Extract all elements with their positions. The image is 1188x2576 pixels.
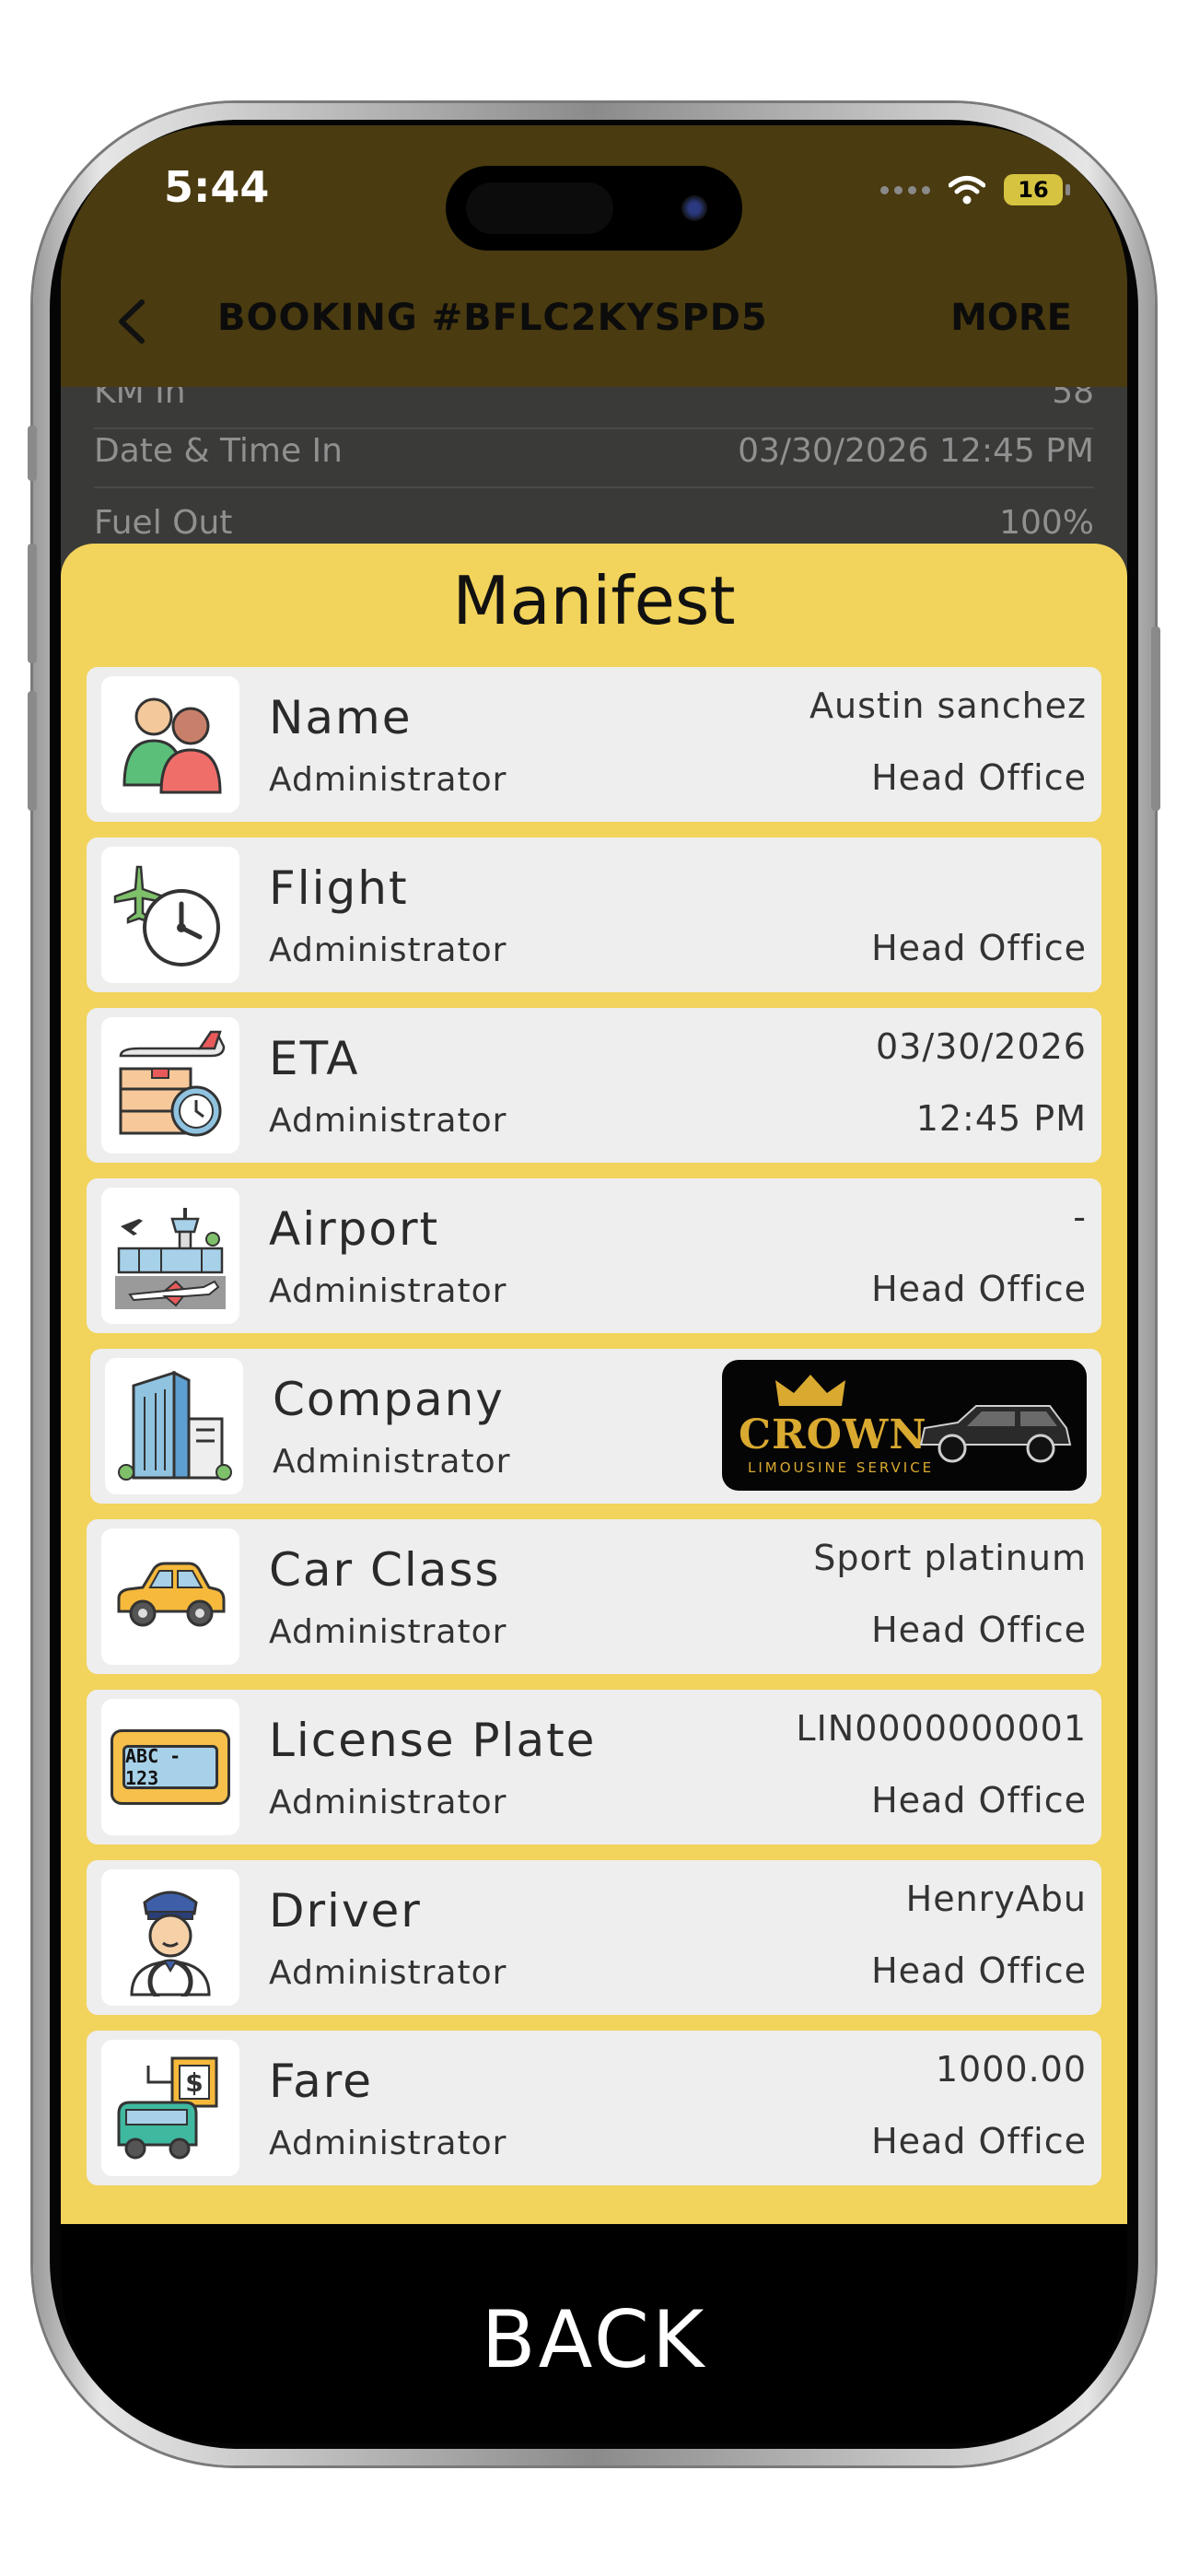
item-value: 03/30/2026 bbox=[875, 1026, 1087, 1067]
item-label: ETA bbox=[269, 1032, 360, 1085]
item-office: Head Office bbox=[871, 1610, 1087, 1650]
people-icon bbox=[101, 676, 239, 813]
item-role: Administrator bbox=[273, 1443, 511, 1481]
navigation-bar: 5:44 16 BOOKING #BFLC2KYSPD5 MORE bbox=[61, 125, 1127, 387]
manifest-item-fare[interactable]: $ Fare Administrator 1000.00 Head Office bbox=[87, 2031, 1101, 2185]
item-role: Administrator bbox=[269, 931, 507, 969]
manifest-item-flight[interactable]: Flight Administrator Head Office bbox=[87, 837, 1101, 992]
app-screen: KM In 58 Date & Time In 03/30/2026 12:45… bbox=[61, 125, 1127, 2443]
manifest-item-airport[interactable]: Airport Administrator - Head Office bbox=[87, 1178, 1101, 1333]
manifest-item-company[interactable]: Company Administrator CROWN LIMOUSINE SE… bbox=[90, 1349, 1101, 1504]
item-role: Administrator bbox=[269, 761, 507, 799]
item-office: Head Office bbox=[871, 928, 1087, 968]
license-plate-icon: ABC - 123 bbox=[101, 1699, 239, 1835]
mute-switch bbox=[28, 426, 37, 481]
bg-row-date-time-in: Date & Time In 03/30/2026 12:45 PM bbox=[94, 415, 1094, 488]
bg-row-label: Fuel Out bbox=[94, 503, 233, 542]
company-logo: CROWN LIMOUSINE SERVICE bbox=[722, 1360, 1087, 1491]
wifi-icon bbox=[949, 176, 985, 205]
volume-down-button bbox=[28, 691, 37, 811]
more-button[interactable]: MORE bbox=[950, 297, 1072, 339]
cellular-signal-icon bbox=[880, 185, 930, 194]
page-title: BOOKING #BFLC2KYSPD5 bbox=[217, 297, 768, 339]
item-value: LIN0000000001 bbox=[796, 1708, 1087, 1749]
fare-icon: $ bbox=[101, 2040, 239, 2176]
back-chevron-icon[interactable] bbox=[114, 299, 151, 345]
building-icon bbox=[105, 1358, 243, 1494]
island-sensor bbox=[466, 182, 613, 234]
driver-icon bbox=[101, 1869, 239, 2006]
item-label: Name bbox=[269, 691, 413, 744]
crown-icon bbox=[775, 1375, 845, 1406]
item-role: Administrator bbox=[269, 1954, 507, 1992]
eta-icon bbox=[101, 1017, 239, 1153]
item-value: Austin sanchez bbox=[809, 685, 1087, 726]
item-label: License Plate bbox=[269, 1714, 597, 1767]
back-button-label: BACK bbox=[481, 2294, 707, 2386]
item-label: Fare bbox=[269, 2055, 374, 2108]
item-label: Driver bbox=[269, 1884, 422, 1938]
item-office: Head Office bbox=[871, 1780, 1087, 1821]
manifest-item-car-class[interactable]: Car Class Administrator Sport platinum H… bbox=[87, 1519, 1101, 1674]
manifest-item-license-plate[interactable]: ABC - 123 License Plate Administrator LI… bbox=[87, 1690, 1101, 1844]
dynamic-island bbox=[446, 166, 742, 251]
manifest-item-name[interactable]: Name Administrator Austin sanchez Head O… bbox=[87, 667, 1101, 822]
item-value: 1000.00 bbox=[935, 2049, 1087, 2090]
item-value: - bbox=[1073, 1197, 1087, 1237]
manifest-item-eta[interactable]: ETA Administrator 03/30/2026 12:45 PM bbox=[87, 1008, 1101, 1163]
item-label: Company bbox=[273, 1373, 505, 1426]
volume-up-button bbox=[28, 544, 37, 663]
fare-symbol: $ bbox=[185, 2067, 203, 2098]
item-role: Administrator bbox=[269, 1613, 507, 1651]
manifest-item-driver[interactable]: Driver Administrator HenryAbu Head Offic… bbox=[87, 1860, 1101, 2015]
item-office: Head Office bbox=[871, 757, 1087, 798]
item-role: Administrator bbox=[269, 1784, 507, 1821]
flight-clock-icon bbox=[101, 847, 239, 983]
item-label: Flight bbox=[269, 861, 409, 915]
suv-image bbox=[919, 1405, 1072, 1463]
status-time: 5:44 bbox=[164, 162, 270, 212]
logo-text: CROWN bbox=[739, 1411, 927, 1458]
item-office: Head Office bbox=[871, 2121, 1087, 2161]
bg-row-label: Date & Time In bbox=[94, 431, 343, 470]
item-label: Airport bbox=[269, 1202, 440, 1256]
bg-row-value: 03/30/2026 12:45 PM bbox=[738, 431, 1094, 470]
battery-icon: 16 bbox=[1004, 174, 1070, 205]
plate-frame: ABC - 123 bbox=[111, 1729, 230, 1805]
plate-text: ABC - 123 bbox=[122, 1745, 218, 1789]
item-office: Head Office bbox=[871, 1950, 1087, 1991]
item-role: Administrator bbox=[269, 2125, 507, 2162]
bg-row-value: 100% bbox=[999, 503, 1094, 542]
item-value: Sport platinum bbox=[813, 1538, 1087, 1578]
item-office: Head Office bbox=[871, 1269, 1087, 1309]
manifest-title: Manifest bbox=[452, 562, 736, 639]
item-value: HenryAbu bbox=[905, 1879, 1087, 1919]
power-button bbox=[1151, 626, 1160, 811]
car-icon bbox=[101, 1528, 239, 1665]
airport-icon bbox=[101, 1188, 239, 1324]
item-role: Administrator bbox=[269, 1272, 507, 1310]
item-label: Car Class bbox=[269, 1543, 501, 1597]
item-time: 12:45 PM bbox=[915, 1098, 1087, 1139]
status-indicators: 16 bbox=[880, 171, 1070, 208]
logo-subtext: LIMOUSINE SERVICE bbox=[748, 1459, 935, 1476]
manifest-modal: Manifest Name Administrator Austin sanch… bbox=[61, 544, 1127, 2224]
item-role: Administrator bbox=[269, 1102, 507, 1140]
camera-icon bbox=[681, 195, 707, 221]
back-button[interactable]: BACK bbox=[61, 2224, 1127, 2443]
